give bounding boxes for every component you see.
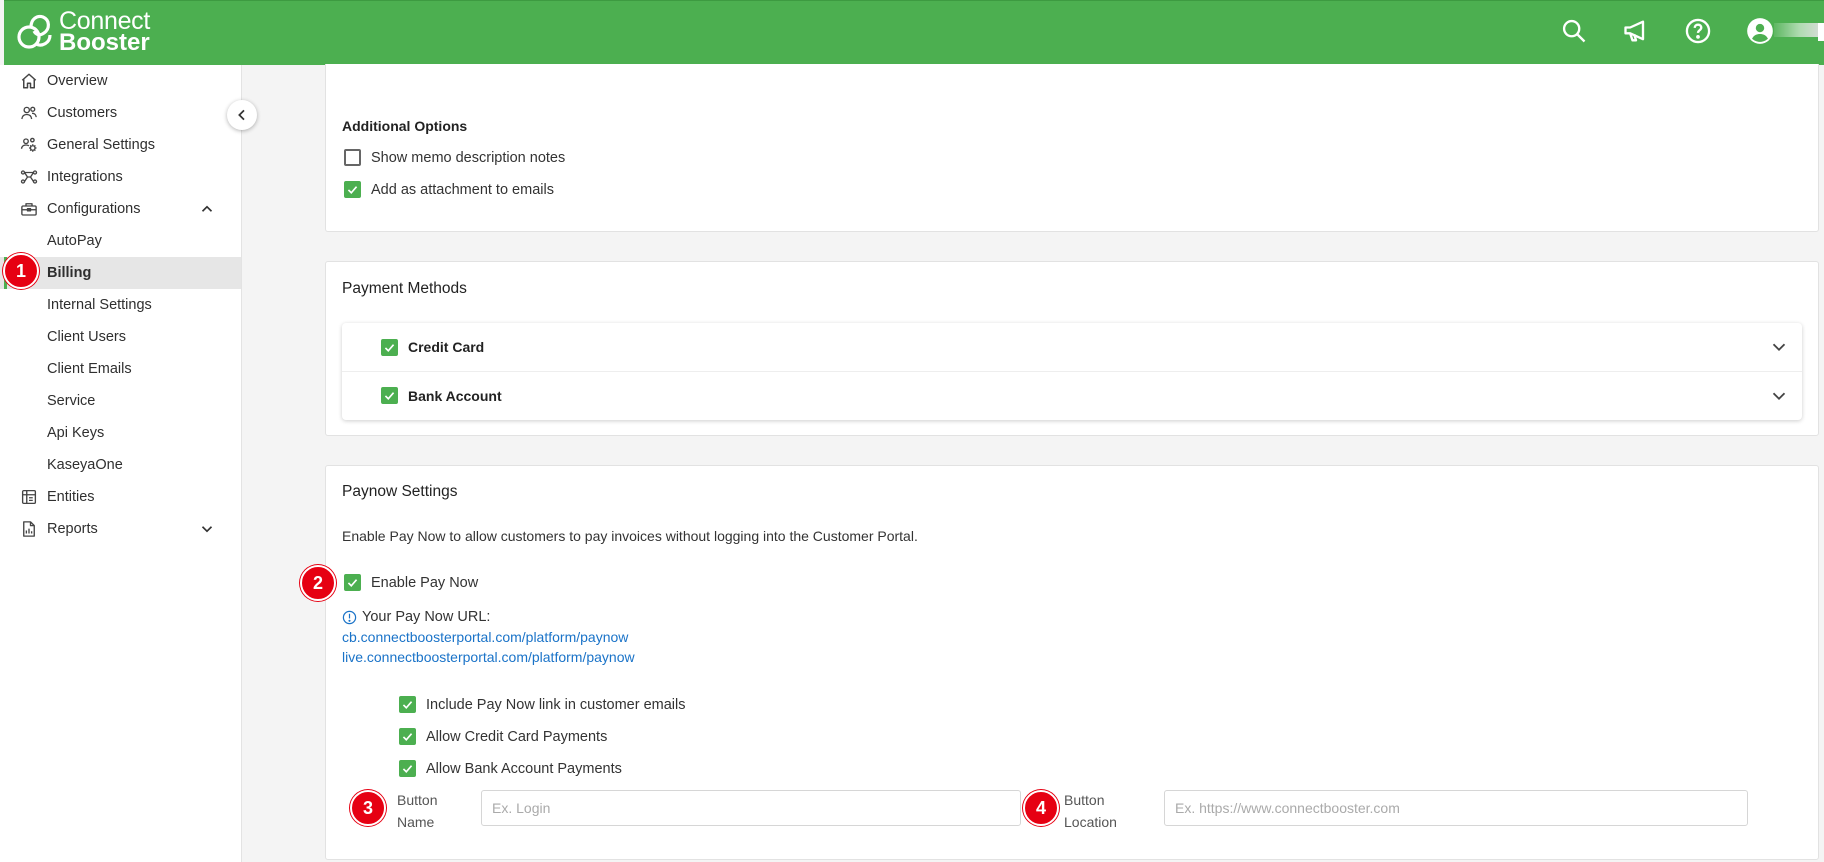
sidebar-item-reports[interactable]: Reports xyxy=(0,513,241,545)
home-icon xyxy=(20,72,38,90)
account-icon[interactable] xyxy=(1746,17,1774,45)
checkbox-checked-icon xyxy=(399,728,416,745)
sidebar-item-client-users[interactable]: Client Users xyxy=(0,321,241,353)
sidebar-collapse-button[interactable] xyxy=(227,100,257,130)
megaphone-icon[interactable] xyxy=(1622,17,1650,45)
pay-now-url-link-cb[interactable]: cb.connectboosterportal.com/platform/pay… xyxy=(342,629,628,645)
credit-card-checkbox[interactable]: Credit Card xyxy=(381,338,485,356)
sidebar-item-label: General Settings xyxy=(47,137,156,153)
chevron-down-icon[interactable] xyxy=(1768,336,1790,358)
checkbox-label: Bank Account xyxy=(408,387,502,404)
sidebar-item-label: Configurations xyxy=(47,201,141,217)
sidebar-item-label: Client Emails xyxy=(47,361,132,377)
sidebar-item-label: Internal Settings xyxy=(47,297,152,313)
help-icon[interactable] xyxy=(1684,17,1712,45)
checkbox-label: Allow Bank Account Payments xyxy=(426,760,622,777)
sidebar-item-kaseyaone[interactable]: KaseyaOne xyxy=(0,449,241,481)
chevron-down-icon[interactable] xyxy=(1768,385,1790,407)
sidebar-item-label: Client Users xyxy=(47,329,126,345)
sidebar-item-label: Billing xyxy=(47,265,92,281)
sidebar-item-label: Entities xyxy=(47,489,95,505)
pay-now-url-label-text: Your Pay Now URL: xyxy=(362,609,491,625)
annotation-badge-2: 2 xyxy=(300,565,336,601)
info-icon xyxy=(342,610,357,624)
sidebar-item-customers[interactable]: Customers xyxy=(0,97,241,129)
chevron-left-icon xyxy=(238,109,245,121)
checkbox-checked-icon xyxy=(399,696,416,713)
payment-methods-title: Payment Methods xyxy=(342,280,467,297)
payment-method-bank-account[interactable]: Bank Account xyxy=(342,371,1802,419)
payment-method-credit-card[interactable]: Credit Card xyxy=(342,323,1802,371)
users-gear-icon xyxy=(20,136,38,154)
logo-line-2: Booster xyxy=(59,29,150,56)
chevron-up-icon[interactable] xyxy=(198,200,216,218)
sidebar-item-entities[interactable]: Entities xyxy=(0,481,241,513)
sidebar-item-label: Overview xyxy=(47,73,108,89)
sidebar-item-label: Service xyxy=(47,393,96,409)
include-pay-now-link-checkbox[interactable]: Include Pay Now link in customer emails xyxy=(399,696,686,713)
additional-options-card: Additional Options Show memo description… xyxy=(325,64,1819,232)
customers-icon xyxy=(20,104,38,122)
payment-methods-card: Payment Methods Credit Card Bank Account xyxy=(325,261,1819,436)
checkbox-label: Add as attachment to emails xyxy=(371,181,554,198)
checkbox-checked-icon xyxy=(344,181,361,198)
sidebar-item-autopay[interactable]: AutoPay xyxy=(0,225,241,257)
annotation-badge-4: 4 xyxy=(1023,790,1059,826)
payment-methods-list: Credit Card Bank Account xyxy=(342,323,1802,420)
button-name-label: Button Name xyxy=(397,792,438,830)
annotation-badge-3: 3 xyxy=(350,790,386,826)
sidebar-item-api-keys[interactable]: Api Keys xyxy=(0,417,241,449)
checkbox-label: Allow Credit Card Payments xyxy=(426,728,608,745)
sidebar-item-general-settings[interactable]: General Settings xyxy=(0,129,241,161)
sidebar-item-label: Api Keys xyxy=(47,425,105,441)
report-icon xyxy=(20,520,38,538)
show-memo-notes-checkbox[interactable]: Show memo description notes xyxy=(344,149,565,166)
annotation-badge-1: 1 xyxy=(3,253,39,289)
sidebar-item-label: Reports xyxy=(47,521,98,537)
checkbox-label: Include Pay Now link in customer emails xyxy=(426,696,686,713)
button-name-input[interactable] xyxy=(481,790,1021,826)
checkbox-checked-icon xyxy=(381,387,398,404)
sidebar-item-overview[interactable]: Overview xyxy=(0,65,241,97)
checkbox-checked-icon xyxy=(381,338,398,356)
checkbox-unchecked-icon xyxy=(344,149,361,166)
sidebar-item-label: KaseyaOne xyxy=(47,457,123,473)
sidebar-item-label: Customers xyxy=(47,105,118,121)
top-bar: Connect Booster xyxy=(4,0,1824,65)
pay-now-url-link-live[interactable]: live.connectboosterportal.com/platform/p… xyxy=(342,649,635,665)
sidebar-item-configurations[interactable]: Configurations xyxy=(0,193,241,225)
toolbox-icon xyxy=(20,200,38,218)
paynow-settings-card: Paynow Settings Enable Pay Now to allow … xyxy=(325,465,1819,860)
allow-credit-card-payments-checkbox[interactable]: Allow Credit Card Payments xyxy=(399,728,607,745)
table-icon xyxy=(20,488,38,506)
checkbox-checked-icon xyxy=(399,760,416,777)
additional-options-title: Additional Options xyxy=(342,118,468,134)
user-name-redacted xyxy=(1774,23,1824,41)
sidebar: Overview Customers General Settings Inte… xyxy=(0,65,242,862)
sidebar-item-integrations[interactable]: Integrations xyxy=(0,161,241,193)
add-attachment-checkbox[interactable]: Add as attachment to emails xyxy=(344,181,554,198)
connectbooster-logo[interactable]: Connect Booster xyxy=(14,9,150,56)
bank-account-checkbox[interactable]: Bank Account xyxy=(381,387,502,404)
sidebar-item-client-emails[interactable]: Client Emails xyxy=(0,353,241,385)
integrations-icon xyxy=(20,168,38,186)
button-location-label: Button Location xyxy=(1064,792,1117,830)
sidebar-item-label: AutoPay xyxy=(47,233,102,249)
checkbox-checked-icon xyxy=(344,574,361,591)
sidebar-item-label: Integrations xyxy=(47,169,123,185)
paynow-description: Enable Pay Now to allow customers to pay… xyxy=(342,528,918,544)
enable-pay-now-checkbox[interactable]: Enable Pay Now xyxy=(344,574,478,591)
connectbooster-logo-icon xyxy=(17,14,52,49)
checkbox-label: Enable Pay Now xyxy=(371,574,479,591)
allow-bank-account-payments-checkbox[interactable]: Allow Bank Account Payments xyxy=(399,760,622,777)
sidebar-item-service[interactable]: Service xyxy=(0,385,241,417)
chevron-down-icon[interactable] xyxy=(198,520,216,538)
search-icon[interactable] xyxy=(1560,17,1588,45)
sidebar-item-internal-settings[interactable]: Internal Settings xyxy=(0,289,241,321)
checkbox-label: Credit Card xyxy=(408,339,485,355)
pay-now-url-label: Your Pay Now URL: xyxy=(342,609,490,625)
paynow-settings-title: Paynow Settings xyxy=(342,483,458,500)
button-location-input[interactable] xyxy=(1164,790,1748,826)
checkbox-label: Show memo description notes xyxy=(371,149,566,166)
